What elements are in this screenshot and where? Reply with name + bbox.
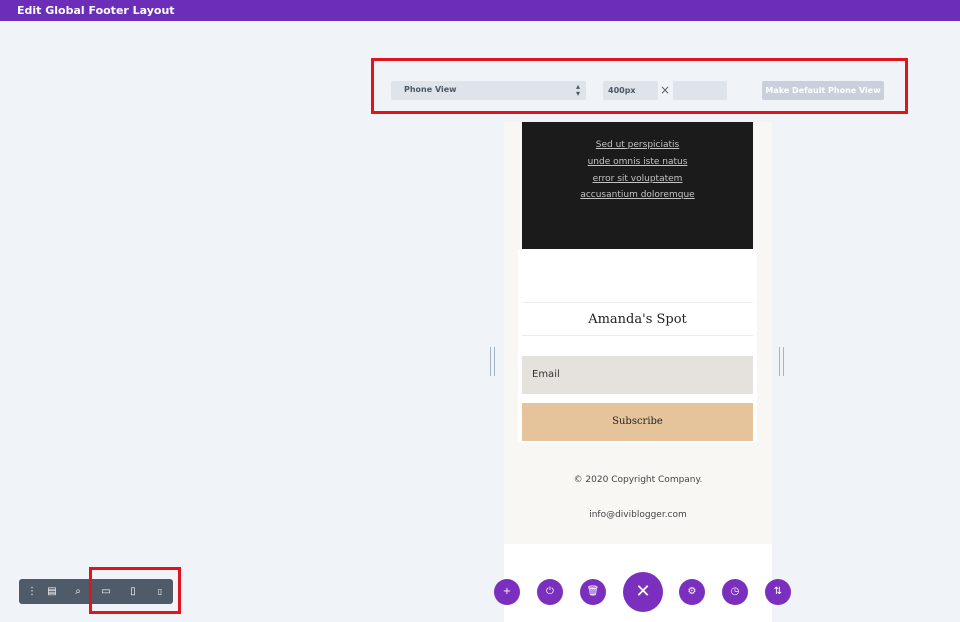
- phone-preview-canvas: Sed ut perspiciatis unde omnis iste natu…: [504, 122, 772, 622]
- trash-icon[interactable]: 🗑: [580, 579, 606, 605]
- portability-icon[interactable]: ⇅: [765, 579, 791, 605]
- email-field[interactable]: Email: [522, 356, 753, 394]
- copyright-text: © 2020 Copyright Company.: [573, 475, 703, 485]
- footer-link[interactable]: error sit voluptatem: [522, 173, 753, 185]
- footer-links-box: Sed ut perspiciatis unde omnis iste natu…: [522, 122, 753, 249]
- footer-link[interactable]: Sed ut perspiciatis: [522, 139, 753, 151]
- close-icon[interactable]: ✕: [623, 572, 663, 612]
- top-bar: Edit Global Footer Layout: [0, 0, 960, 21]
- divider: [522, 302, 753, 303]
- device-toggle-highlight: [89, 567, 181, 614]
- add-icon[interactable]: +: [494, 579, 520, 605]
- history-icon[interactable]: ◷: [722, 579, 748, 605]
- times-icon: ×: [660, 83, 671, 97]
- zoom-icon[interactable]: ⌕: [65, 579, 91, 604]
- make-default-view-button[interactable]: Make Default Phone View: [762, 81, 884, 100]
- wireframe-icon[interactable]: ▤: [39, 579, 65, 604]
- height-input[interactable]: [673, 81, 727, 100]
- view-select-label: Phone View: [404, 85, 457, 94]
- left-resize-handle[interactable]: [490, 347, 495, 376]
- width-input[interactable]: 400px: [603, 81, 658, 100]
- view-select[interactable]: Phone View ▴ ▾: [391, 81, 586, 100]
- footer-section: Sed ut perspiciatis unde omnis iste natu…: [504, 122, 772, 544]
- select-arrows-icon: ▴ ▾: [575, 82, 580, 98]
- divider: [522, 335, 753, 336]
- footer-link[interactable]: accusantium doloremque: [522, 189, 753, 201]
- contact-email: info@diviblogger.com: [589, 510, 687, 520]
- subscribe-button[interactable]: Subscribe: [522, 403, 753, 441]
- footer-link[interactable]: unde omnis iste natus: [522, 156, 753, 168]
- settings-icon[interactable]: ⚙: [679, 579, 705, 605]
- power-icon[interactable]: ⏻: [537, 579, 563, 605]
- spot-title: Amanda's Spot: [588, 312, 687, 327]
- right-resize-handle[interactable]: [779, 347, 784, 376]
- page-title: Edit Global Footer Layout: [17, 4, 175, 17]
